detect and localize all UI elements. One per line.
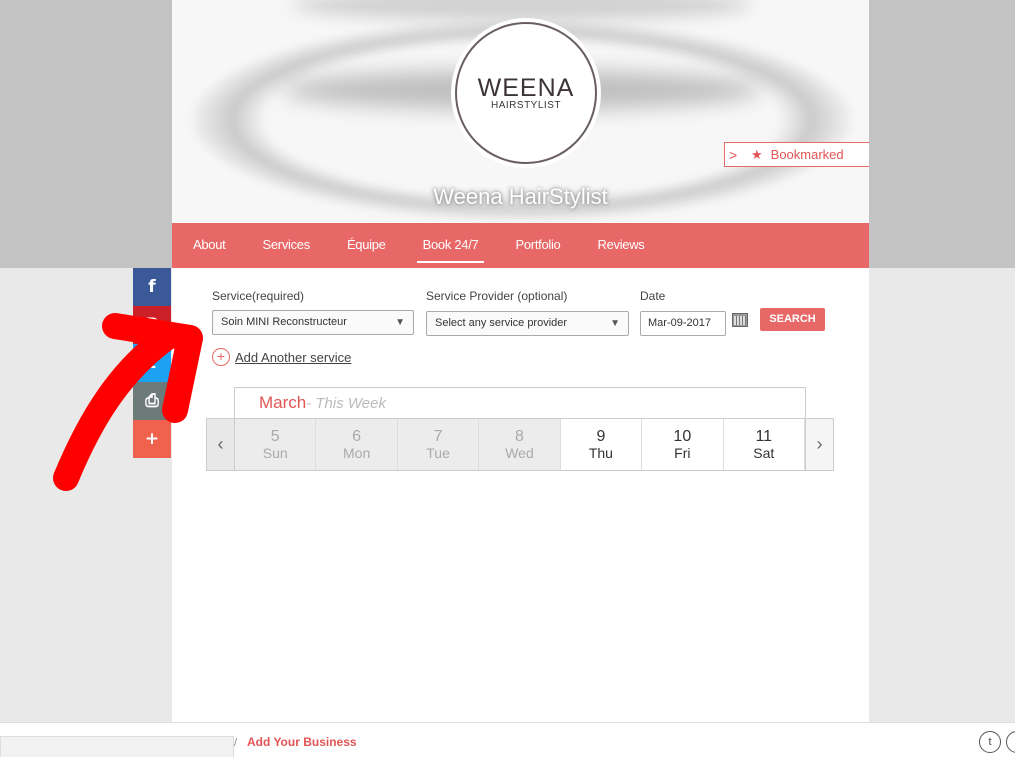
business-logo: WEENA HAIRSTYLIST [455,22,597,164]
day-of-week: Mon [343,445,371,461]
add-service-link[interactable]: + Add Another service [212,348,351,366]
day-of-week: Thu [588,445,613,461]
nav-portfolio[interactable]: Portfolio [515,223,560,268]
next-week-button[interactable]: › [804,419,833,470]
calendar-day: 8 Wed [479,419,561,470]
logo-title: WEENA [477,73,575,102]
add-business-link[interactable]: Add Your Business [247,735,357,749]
bookmark-label: Bookmarked [770,147,844,162]
date-input[interactable]: Mar-09-2017 [640,311,726,336]
business-name: Weena HairStylist [433,184,608,209]
date-label: Date [640,289,666,303]
service-select-value: Soin MINI Reconstructeur [221,316,347,328]
chevron-right-icon: > [729,147,738,163]
twitter-icon[interactable]: t [979,731,1001,753]
day-of-week: Wed [505,445,534,461]
chevron-left-icon: ‹ [217,434,224,454]
print-icon[interactable]: ⎙ [133,382,171,420]
nav-equipe[interactable]: Équipe [347,223,386,268]
hero-banner: WEENA HAIRSTYLIST Weena HairStylist > ★ … [172,0,869,223]
day-number: 7 [433,428,443,445]
business-nav: About Services Équipe Book 24/7 Portfoli… [172,223,869,268]
star-icon: ★ [751,146,763,162]
day-of-week: Sun [262,445,288,461]
footer-separator: / [234,737,238,749]
calendar-day: 7 Tue [397,419,480,470]
caret-down-icon: ▼ [395,317,405,328]
search-button[interactable]: SEARCH [760,308,825,331]
ribbon-fold [868,135,869,143]
calendar-month: March [259,393,307,412]
more-icon[interactable]: + [133,420,171,458]
bookmark-button[interactable]: > ★ Bookmarked [724,135,869,167]
hero-blur-streak-top [292,0,752,20]
calendar-header: March- This Week [234,387,806,419]
calendar-day[interactable]: 9 Thu [560,419,643,470]
plus-circle-icon: + [212,348,230,366]
logo-subtitle: HAIRSTYLIST [491,99,561,111]
day-number: 6 [352,428,362,445]
main-panel: WEENA HAIRSTYLIST Weena HairStylist > ★ … [172,0,869,722]
day-number: 10 [673,428,692,445]
provider-select-value: Select any service provider [435,317,568,329]
footer-search-input[interactable] [0,736,234,757]
nav-book[interactable]: Book 24/7 [416,223,485,268]
provider-label: Service Provider (optional) [426,289,568,303]
calendar-day: 6 Mon [316,419,398,470]
chevron-right-icon: › [816,434,823,454]
footer-bar: / Add Your Business t [0,722,1015,757]
nav-services[interactable]: Services [262,223,310,268]
day-number: 5 [270,428,280,445]
day-number: 11 [755,428,773,445]
calendar-day: 5 Sun [235,419,317,470]
nav-about[interactable]: About [193,223,226,268]
social-share-bar: f P t ⎙ + [133,268,171,458]
calendar-week-strip: ‹ 5 Sun 6 Mon 7 Tue 8 Wed 9 Thu 10 Fri 1… [206,418,834,471]
provider-select[interactable]: Select any service provider ▼ [426,311,629,336]
prev-week-button[interactable]: ‹ [207,419,235,470]
calendar-icon[interactable] [732,313,748,327]
pinterest-icon[interactable]: P [133,306,171,344]
caret-down-icon: ▼ [610,318,620,329]
service-select[interactable]: Soin MINI Reconstructeur ▼ [212,310,414,335]
calendar-day[interactable]: 11 Sat [723,419,805,470]
service-label: Service(required) [212,289,305,303]
add-service-label: Add Another service [235,349,352,365]
day-of-week: Sat [753,445,775,461]
day-of-week: Tue [426,445,450,461]
day-of-week: Fri [674,445,691,461]
facebook-icon[interactable]: f [133,268,171,306]
day-number: 9 [596,428,606,445]
nav-reviews[interactable]: Reviews [597,223,644,268]
twitter-icon[interactable]: t [133,344,171,382]
calendar-week-label: - This Week [306,395,386,412]
calendar-day[interactable]: 10 Fri [642,419,724,470]
circle-icon[interactable] [1006,731,1015,753]
day-number: 8 [515,428,524,445]
